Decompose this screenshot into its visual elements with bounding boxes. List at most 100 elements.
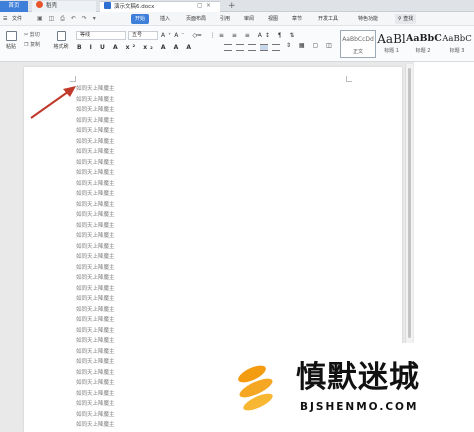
document-line: 如同天上降魔主 — [76, 233, 115, 239]
tab-developer-tools[interactable]: 开发工具 — [318, 14, 338, 24]
document-line: 如同天上降魔主 — [76, 170, 115, 176]
tab-references[interactable]: 引用 — [220, 14, 230, 24]
logo-flame-icon — [238, 365, 273, 411]
document-line: 如同天上降魔主 — [76, 201, 115, 208]
document-line: 如同天上降魔主 — [76, 359, 115, 365]
vertical-scrollbar[interactable] — [405, 64, 413, 344]
document-line: 如同天上降魔主 — [76, 96, 115, 103]
document-line: 如同天上降魔主 — [76, 222, 115, 229]
style-heading-2-preview: AaBbC — [406, 33, 442, 44]
document-line: 如同天上降魔主 — [76, 191, 115, 197]
document-line: 如同天上降魔主 — [76, 411, 115, 418]
format-painter-button[interactable]: 格式刷 — [52, 31, 70, 50]
document-line: 如同天上降魔主 — [76, 296, 115, 302]
margin-corner-top-left — [70, 76, 76, 82]
scrollbar-thumb[interactable] — [408, 68, 411, 338]
style-heading-3-preview: AaBbC — [442, 34, 472, 44]
align-right-icon[interactable] — [248, 44, 256, 51]
document-text[interactable]: 如同天上降魔主 如同天上降魔主 如同天上降魔主 如同天上降魔主 如同天上降魔主 如同天上降… — [76, 84, 196, 432]
style-normal[interactable]: AaBbCcDd 正文 — [340, 30, 376, 58]
cut-button[interactable]: ✂ 剪切 — [24, 31, 40, 38]
document-line: 如同天上降魔主 — [76, 306, 115, 313]
document-line: 如同天上降魔主 — [76, 243, 115, 250]
hamburger-icon[interactable]: ☰ — [3, 14, 7, 24]
align-left-icon[interactable] — [224, 44, 232, 51]
document-line: 如同天上降魔主 — [76, 327, 115, 334]
document-line: 如同天上降魔主 — [76, 117, 115, 124]
style-heading-3-caption: 标题 3 — [449, 48, 465, 54]
document-line: 如同天上降魔主 — [76, 317, 115, 323]
window-tab-bar: 首页 稻壳 演示文稿6.docx ▢ × + — [0, 0, 474, 12]
align-justify-icon[interactable] — [260, 44, 268, 51]
style-heading-1[interactable]: AaBl 标题 1 — [377, 30, 406, 58]
tab-features[interactable]: 特色功能 — [358, 14, 378, 24]
font-name-value: 等线 — [80, 32, 91, 38]
list-icons[interactable]: ≔ ⋮≡ ≡ ≡ A↕ ¶ ⇅ — [196, 32, 298, 39]
font-name-select[interactable]: 等线 — [76, 31, 126, 40]
tab-daoke[interactable]: 稻壳 — [32, 1, 96, 12]
word-doc-icon — [104, 2, 111, 9]
watermark-title: 慎默迷城 — [296, 360, 420, 395]
new-tab-button[interactable]: + — [228, 0, 236, 12]
style-normal-caption: 正文 — [352, 49, 363, 55]
font-size-adjust-icons[interactable]: A⁺A⁻ ◇ — [161, 32, 200, 39]
menu-bar: ☰ 文件 ▣ ◫ ⎙ ↶ ↷ ▾ 开始 插入 页面布局 引用 审阅 视图 章节 … — [0, 12, 474, 26]
brush-icon — [56, 31, 66, 41]
document-line: 如同天上降魔主 — [76, 348, 115, 355]
style-heading-1-preview: AaBl — [377, 32, 406, 46]
document-line: 如同天上降魔主 — [76, 254, 115, 260]
tab-review[interactable]: 审阅 — [244, 14, 254, 24]
tab-document-label: 演示文稿6.docx — [114, 4, 155, 10]
document-line: 如同天上降魔主 — [76, 138, 115, 145]
copy-label: 复制 — [30, 42, 41, 48]
paste-label: 粘贴 — [5, 44, 16, 50]
style-heading-3[interactable]: AaBbC 标题 3 — [440, 30, 474, 58]
format-painter-label: 格式刷 — [53, 44, 69, 50]
paste-button[interactable]: 粘贴 — [4, 31, 18, 50]
cut-label: 剪切 — [29, 32, 40, 38]
document-line: 如同天上降魔主 — [76, 86, 115, 92]
document-line: 如同天上降魔主 — [76, 338, 115, 344]
document-line: 如同天上降魔主 — [76, 159, 115, 166]
font-size-select[interactable]: 五号 — [128, 31, 158, 40]
style-heading-1-caption: 标题 1 — [384, 48, 399, 54]
tab-close-icon[interactable]: × — [206, 0, 211, 12]
document-line: 如同天上降魔主 — [76, 107, 115, 113]
align-center-icon[interactable] — [236, 44, 244, 51]
daoke-icon — [36, 1, 43, 8]
document-line: 如同天上降魔主 — [76, 180, 115, 187]
tab-insert[interactable]: 插入 — [160, 14, 170, 24]
document-line: 如同天上降魔主 — [76, 212, 115, 218]
tab-page-layout[interactable]: 页面布局 — [186, 14, 206, 24]
margin-corner-top-right — [346, 76, 352, 82]
copy-button[interactable]: ❐ 复制 — [24, 41, 40, 48]
watermark-subtitle: BJSHENMO.COM — [300, 401, 419, 413]
document-line: 如同天上降魔主 — [76, 285, 115, 292]
style-normal-preview: AaBbCcDd — [342, 36, 374, 43]
document-line: 如同天上降魔主 — [76, 401, 115, 407]
document-line: 如同天上降魔主 — [76, 380, 115, 386]
search-label: 查找 — [403, 16, 414, 22]
border-shading-icons[interactable]: ⇕ ▦ ▢ ◫ — [286, 42, 335, 49]
tab-view[interactable]: 视图 — [268, 14, 278, 24]
font-size-value: 五号 — [132, 32, 143, 38]
document-line: 如同天上降魔主 — [76, 275, 115, 281]
quick-access-toolbar[interactable]: ▣ ◫ ⎙ ↶ ↷ ▾ — [37, 15, 98, 23]
text-format-icons[interactable]: B I U A x² x₂ A A A — [77, 44, 194, 51]
style-gallery: AaBbCcDd 正文 AaBl 标题 1 AaBbC 标题 2 AaBbC 标… — [340, 30, 474, 58]
document-line: 如同天上降魔主 — [76, 264, 115, 271]
tab-restore-icon[interactable]: ▢ — [197, 0, 203, 12]
document-line: 如同天上降魔主 — [76, 128, 115, 134]
distributed-align-icon[interactable] — [272, 44, 280, 51]
menu-file[interactable]: 文件 — [12, 14, 22, 24]
search-box[interactable]: ⚲ 查找 — [395, 14, 417, 24]
tab-daoke-label: 稻壳 — [46, 3, 58, 9]
style-heading-2[interactable]: AaBbC 标题 2 — [406, 30, 442, 58]
document-line: 如同天上降魔主 — [76, 369, 115, 376]
tab-start[interactable]: 开始 — [131, 14, 150, 24]
style-heading-2-caption: 标题 2 — [415, 48, 431, 54]
tab-home[interactable]: 首页 — [0, 1, 28, 12]
document-line: 如同天上降魔主 — [76, 422, 115, 428]
document-line: 如同天上降魔主 — [76, 390, 115, 397]
tab-section[interactable]: 章节 — [292, 14, 302, 24]
